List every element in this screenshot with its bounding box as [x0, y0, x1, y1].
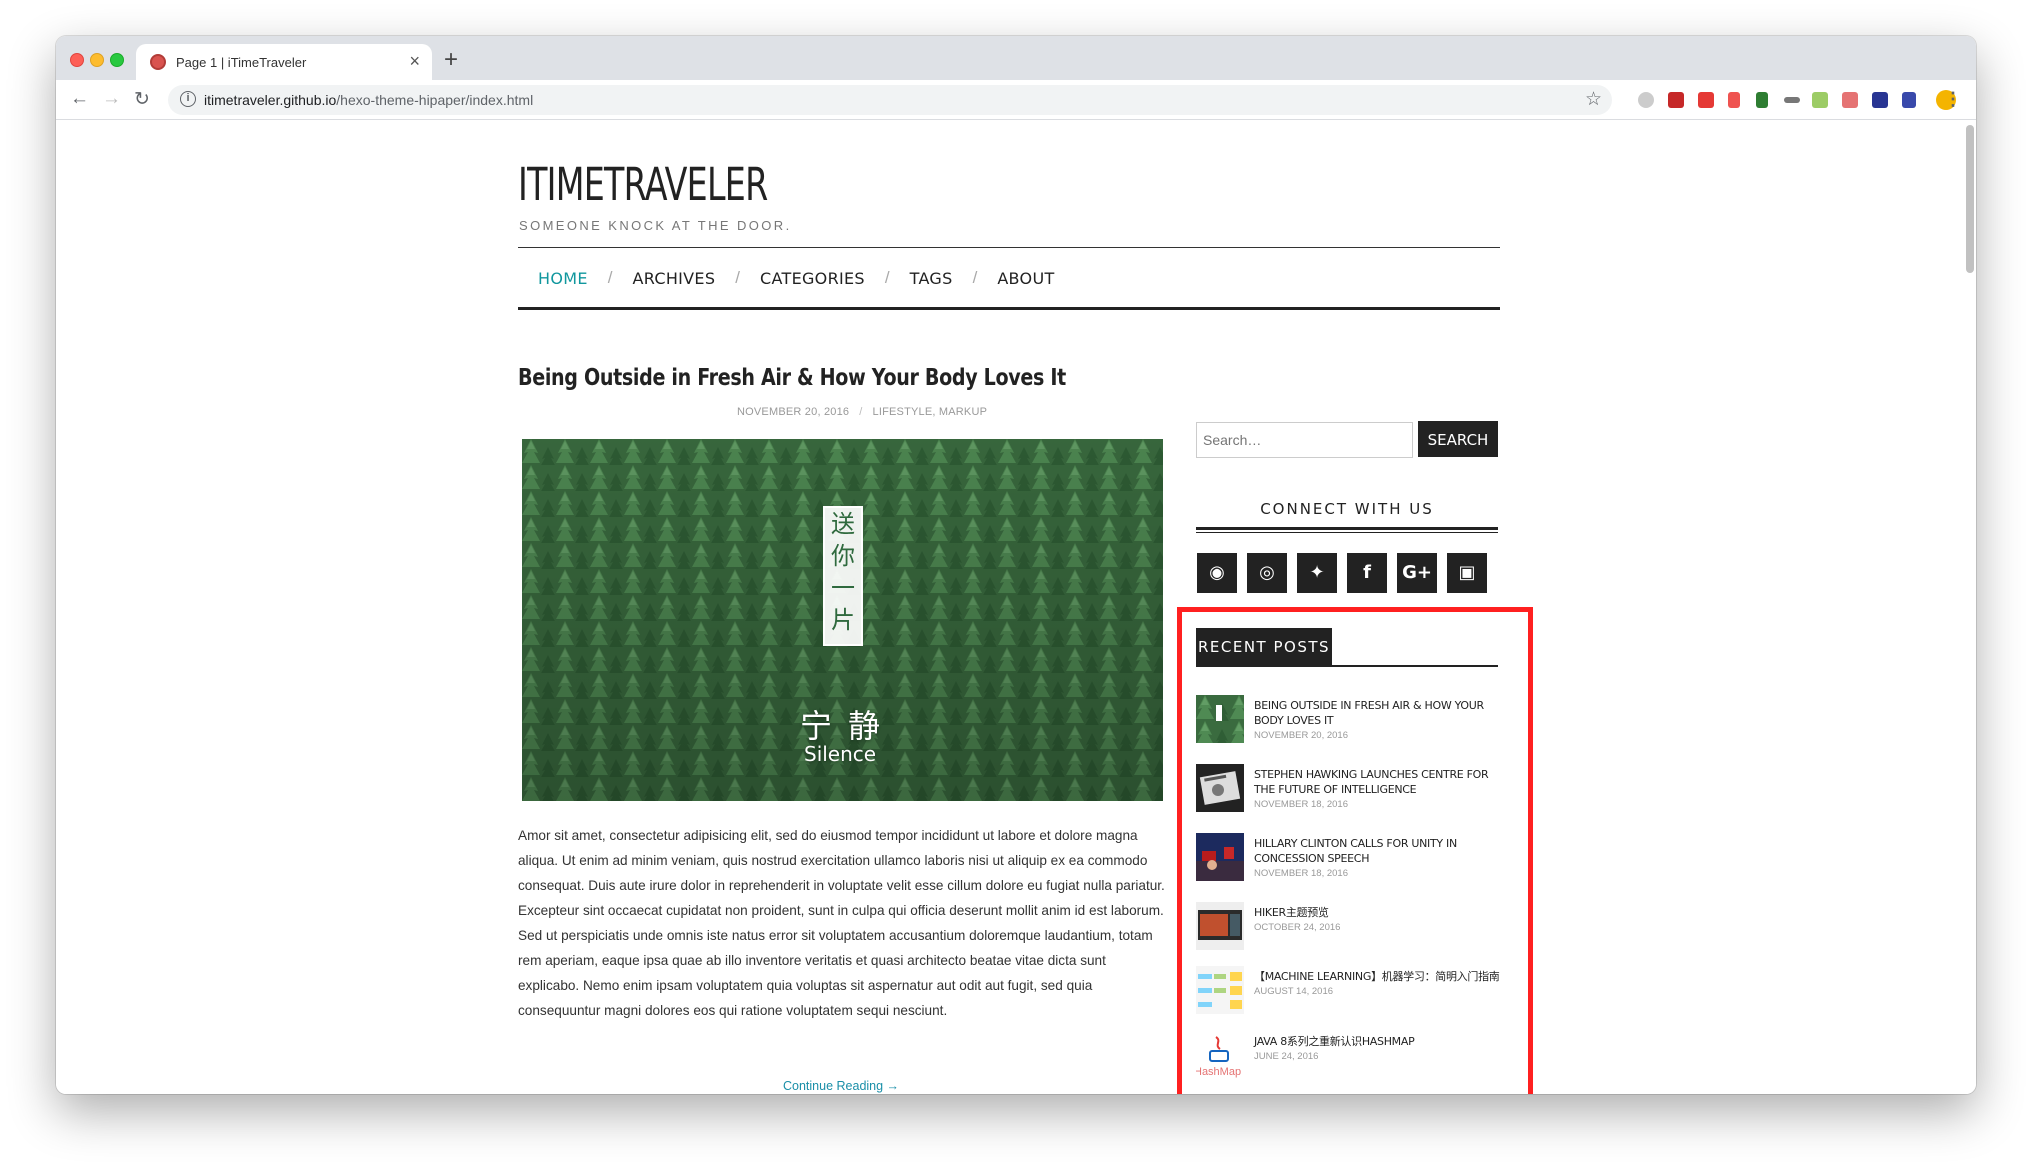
- recent-post-thumbnail[interactable]: [1196, 764, 1244, 812]
- facebook-icon[interactable]: f: [1347, 553, 1387, 593]
- recent-post-date: NOVEMBER 18, 2016: [1254, 799, 1348, 810]
- nav-about[interactable]: ABOUT: [997, 269, 1054, 288]
- post-categories[interactable]: LIFESTYLE, MARKUP: [873, 406, 988, 418]
- minimize-window-button[interactable]: [90, 53, 104, 67]
- nav-home[interactable]: HOME: [538, 269, 588, 288]
- google-plus-icon[interactable]: G+: [1397, 553, 1437, 593]
- recent-post-title[interactable]: Stephen Hawking Launches Centre for the …: [1254, 767, 1500, 797]
- recent-post-date: AUGUST 14, 2016: [1254, 986, 1334, 997]
- site-info-icon[interactable]: i: [180, 91, 196, 107]
- reload-button[interactable]: ↻: [134, 88, 150, 111]
- recent-post-title[interactable]: 【Machine Learning】机器学习：简明入门指南: [1254, 969, 1500, 984]
- recent-posts-divider: [1196, 665, 1498, 667]
- recent-post-date: NOVEMBER 18, 2016: [1254, 868, 1348, 879]
- url-text[interactable]: itimetraveler.github.io/hexo-theme-hipap…: [204, 92, 533, 108]
- twitter-icon[interactable]: ✦: [1297, 553, 1337, 593]
- forward-button[interactable]: →: [102, 88, 121, 110]
- recent-post-thumbnail[interactable]: [1196, 695, 1244, 743]
- search-input[interactable]: [1196, 422, 1413, 458]
- close-window-button[interactable]: [70, 53, 84, 67]
- maximize-window-button[interactable]: [110, 53, 124, 67]
- extension-icon[interactable]: [1668, 92, 1684, 108]
- widget-divider: [1196, 532, 1498, 533]
- github-icon[interactable]: ◉: [1197, 553, 1237, 593]
- recent-post-date: JUNE 24, 2016: [1254, 1051, 1319, 1062]
- recent-posts-title: RECENT POSTS: [1196, 628, 1332, 666]
- extension-icon[interactable]: [1902, 92, 1916, 108]
- recent-post-date: OCTOBER 24, 2016: [1254, 922, 1341, 933]
- nav-divider-top: [518, 247, 1500, 248]
- post-featured-image[interactable]: 送 你 一 片 宁静 Silence: [522, 439, 1163, 801]
- recent-post-title[interactable]: Being Outside in Fresh Air & How Your Bo…: [1254, 698, 1500, 728]
- nav-separator: /: [884, 268, 890, 287]
- extension-icon[interactable]: [1842, 92, 1858, 108]
- bookmark-star-icon[interactable]: ☆: [1585, 88, 1602, 111]
- recent-post-thumbnail[interactable]: [1196, 833, 1244, 881]
- browser-toolbar: ← → ↻ i itimetraveler.github.io/hexo-the…: [56, 80, 1976, 120]
- nav-separator: /: [607, 268, 613, 287]
- extension-icon[interactable]: [1756, 92, 1768, 108]
- extension-icon[interactable]: [1638, 92, 1654, 108]
- meta-separator: /: [859, 406, 863, 418]
- nav-separator: /: [972, 268, 978, 287]
- search-button[interactable]: SEARCH: [1418, 421, 1498, 457]
- address-bar[interactable]: i itimetraveler.github.io/hexo-theme-hip…: [168, 85, 1612, 115]
- hero-caption-english: Silence: [804, 742, 877, 766]
- extension-icon[interactable]: [1698, 92, 1714, 108]
- extension-icon[interactable]: [1784, 97, 1800, 103]
- back-button[interactable]: ←: [70, 88, 89, 110]
- post-meta: NOVEMBER 20, 2016 / LIFESTYLE, MARKUP: [737, 406, 987, 418]
- site-tagline: SOMEONE KNOCK AT THE DOOR.: [519, 218, 792, 233]
- post-excerpt: Amor sit amet, consectetur adipisicing e…: [518, 828, 1165, 1018]
- tab-strip: Page 1 | iTimeTraveler × +: [56, 36, 1976, 80]
- site-title[interactable]: ITIMETRAVELER: [518, 158, 768, 211]
- continue-reading-link[interactable]: Continue Reading →: [783, 1079, 899, 1093]
- nav-separator: /: [735, 268, 741, 287]
- extension-icon[interactable]: [1728, 92, 1740, 108]
- nav-categories[interactable]: CATEGORIES: [760, 269, 865, 288]
- browser-menu-icon[interactable]: ⋮: [1944, 89, 1962, 110]
- page-viewport: ITIMETRAVELER SOMEONE KNOCK AT THE DOOR.…: [56, 121, 1976, 1094]
- favicon-icon: [150, 54, 166, 70]
- recent-post-title[interactable]: Hiker主题预览: [1254, 905, 1500, 920]
- post-title[interactable]: Being Outside in Fresh Air & How Your Bo…: [518, 365, 1066, 391]
- nav-archives[interactable]: ARCHIVES: [632, 269, 715, 288]
- extension-icon[interactable]: [1812, 92, 1828, 108]
- recent-post-thumbnail[interactable]: [1196, 902, 1244, 950]
- vertical-scrollbar[interactable]: [1966, 125, 1974, 273]
- hashmap-thumb-text: HashMap: [1196, 1066, 1241, 1078]
- tab-close-icon[interactable]: ×: [409, 51, 420, 72]
- extension-icon[interactable]: [1872, 92, 1888, 108]
- post-date: NOVEMBER 20, 2016: [737, 406, 850, 418]
- main-nav: HOME / ARCHIVES / CATEGORIES / TAGS / AB…: [538, 268, 1055, 288]
- nav-divider-bottom: [518, 307, 1500, 310]
- social-links: ◉ ◎ ✦ f G+ ▣: [1197, 553, 1497, 593]
- widget-divider: [1196, 527, 1498, 530]
- weibo-icon[interactable]: ◎: [1247, 553, 1287, 593]
- nav-tags[interactable]: TAGS: [910, 269, 953, 288]
- browser-tab[interactable]: Page 1 | iTimeTraveler ×: [136, 44, 432, 80]
- instagram-icon[interactable]: ▣: [1447, 553, 1487, 593]
- hero-caption-chinese: 宁静: [800, 707, 897, 745]
- tab-title: Page 1 | iTimeTraveler: [176, 55, 307, 70]
- browser-window: Page 1 | iTimeTraveler × + ← → ↻ i itime…: [56, 36, 1976, 1094]
- recent-post-title[interactable]: Java 8系列之重新认识HashMap: [1254, 1034, 1500, 1049]
- hero-vertical-caption: 送 你 一 片: [823, 506, 863, 646]
- recent-post-thumbnail[interactable]: HashMap: [1196, 1031, 1244, 1079]
- new-tab-button[interactable]: +: [444, 46, 458, 74]
- recent-post-thumbnail[interactable]: [1196, 966, 1244, 1014]
- connect-widget-title: CONNECT WITH US: [1260, 500, 1434, 518]
- recent-post-date: NOVEMBER 20, 2016: [1254, 730, 1348, 741]
- recent-post-title[interactable]: Hillary Clinton calls for unity in conce…: [1254, 836, 1500, 866]
